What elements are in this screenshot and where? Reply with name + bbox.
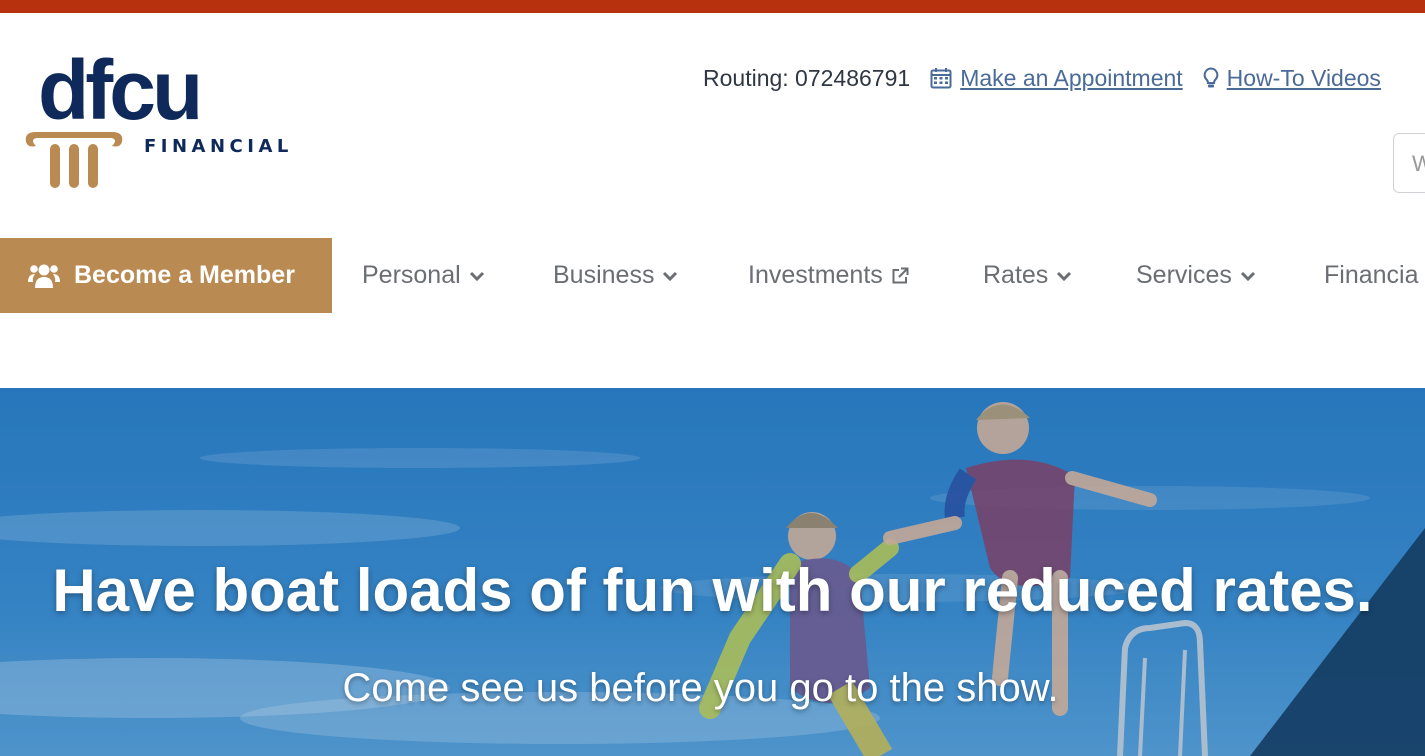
logo-wordmark: dfcu	[38, 43, 203, 137]
nav-business[interactable]: Business	[553, 238, 678, 313]
chevron-down-icon	[1056, 270, 1072, 282]
nav-rates[interactable]: Rates	[983, 238, 1072, 313]
nav-financial[interactable]: Financia	[1324, 238, 1419, 313]
nav-personal[interactable]: Personal	[362, 238, 485, 313]
logo-subtitle: FINANCIAL	[144, 136, 293, 157]
nav-investments-label: Investments	[748, 261, 883, 289]
main-nav: Become a Member Personal Business Invest…	[0, 238, 1425, 313]
search-placeholder: W	[1412, 151, 1425, 176]
nav-personal-label: Personal	[362, 261, 461, 289]
hero-subtitle-text: Come see us before you go to the show.	[342, 666, 1059, 710]
chevron-down-icon	[1240, 270, 1256, 282]
nav-rates-label: Rates	[983, 261, 1049, 289]
pillar-icon	[25, 132, 123, 188]
external-link-icon	[891, 267, 909, 285]
chevron-down-icon	[469, 270, 485, 282]
how-to-videos-link[interactable]: How-To Videos	[1203, 65, 1381, 92]
top-accent-strip	[0, 0, 1425, 13]
hero-title: Have boat loads of fun with our reduced …	[52, 557, 1373, 624]
routing-number: Routing: 072486791	[703, 64, 911, 91]
nav-financial-label: Financia	[1324, 261, 1419, 289]
search-input[interactable]: W	[1393, 133, 1425, 193]
nav-investments[interactable]: Investments	[748, 238, 909, 313]
calendar-icon	[930, 67, 952, 89]
become-member-label: Become a Member	[74, 261, 295, 289]
dfcu-logo[interactable]: dfcu FINANCIAL	[22, 48, 302, 191]
make-appointment-link[interactable]: Make an Appointment	[930, 64, 1183, 92]
nav-business-label: Business	[553, 261, 655, 289]
make-appointment-label: Make an Appointment	[960, 64, 1183, 91]
lightbulb-icon	[1203, 67, 1219, 89]
become-member-button[interactable]: Become a Member	[0, 238, 332, 313]
chevron-down-icon	[662, 270, 678, 282]
utility-bar: Routing: 072486791 Make an Appointment H…	[703, 64, 1381, 92]
hero-subtitle: Come see us before you go to the show.	[0, 666, 1425, 711]
users-icon	[28, 263, 60, 289]
nav-services[interactable]: Services	[1136, 238, 1256, 313]
how-to-videos-label: How-To Videos	[1226, 64, 1381, 91]
nav-services-label: Services	[1136, 261, 1232, 289]
